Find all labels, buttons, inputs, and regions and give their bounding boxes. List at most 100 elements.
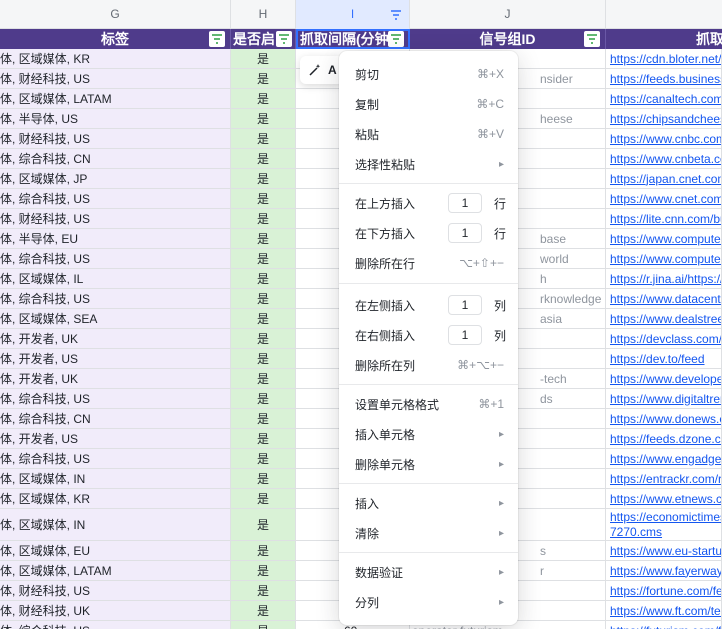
filter-icon[interactable] [276, 31, 292, 47]
enabled-cell[interactable]: 是 [231, 449, 296, 468]
column-letter-k[interactable] [606, 0, 722, 29]
menu-item-copy[interactable]: 复制 ⌘+C [339, 89, 518, 119]
ai-assist-chip[interactable]: A [300, 56, 344, 84]
menu-item-cut[interactable]: 剪切 ⌘+X [339, 59, 518, 89]
tags-cell[interactable]: 媒体, 综合科技, US [0, 621, 231, 629]
fetch-url-link[interactable]: https://www.computerwor [606, 249, 722, 268]
enabled-cell[interactable]: 是 [231, 289, 296, 308]
tags-cell[interactable]: 媒体, 区域媒体, IN [0, 509, 231, 540]
fetch-url-link[interactable]: https://japan.cnet.com/r [606, 169, 722, 188]
tags-cell[interactable]: 媒体, 开发者, UK [0, 369, 231, 388]
fetch-url-link[interactable]: https://lite.cnn.com/busi [606, 209, 722, 228]
menu-item-split-column[interactable]: 分列 ▸ [339, 587, 518, 617]
fetch-url-link[interactable]: https://www.digitaltrends [606, 389, 722, 408]
insert-right-count-input[interactable]: 1 [448, 325, 482, 345]
menu-item-insert-below[interactable]: 在下方插入 1 行 [339, 218, 518, 248]
enabled-cell[interactable]: 是 [231, 49, 296, 68]
column-letter-g[interactable]: G [0, 0, 231, 29]
enabled-cell[interactable]: 是 [231, 329, 296, 348]
header-cell-enabled[interactable]: 是否启 [231, 29, 296, 49]
tags-cell[interactable]: 媒体, 开发者, US [0, 429, 231, 448]
tags-cell[interactable]: 媒体, 综合科技, US [0, 389, 231, 408]
tags-cell[interactable]: 媒体, 半导体, EU [0, 229, 231, 248]
menu-item-delete-col[interactable]: 删除所在列 ⌘+⌥+− [339, 350, 518, 380]
insert-above-count-input[interactable]: 1 [448, 193, 482, 213]
enabled-cell[interactable]: 是 [231, 349, 296, 368]
fetch-url-line[interactable]: https://economictimes.in [610, 510, 721, 525]
enabled-cell[interactable]: 是 [231, 229, 296, 248]
fetch-url-link[interactable]: https://economictimes.in7270.cms [606, 509, 722, 540]
fetch-url-link[interactable]: https://chipsandcheese.c [606, 109, 722, 128]
enabled-cell[interactable]: 是 [231, 621, 296, 629]
menu-item-format-cells[interactable]: 设置单元格格式 ⌘+1 [339, 389, 518, 419]
enabled-cell[interactable]: 是 [231, 469, 296, 488]
enabled-cell[interactable]: 是 [231, 209, 296, 228]
fetch-url-link[interactable]: https://www.computerbas [606, 229, 722, 248]
tags-cell[interactable]: 媒体, 区域媒体, SEA [0, 309, 231, 328]
tags-cell[interactable]: 媒体, 财经科技, US [0, 581, 231, 600]
tags-cell[interactable]: 媒体, 综合科技, CN [0, 149, 231, 168]
enabled-cell[interactable]: 是 [231, 69, 296, 88]
filter-icon[interactable] [584, 31, 600, 47]
column-letter-j[interactable]: J [410, 0, 606, 29]
menu-item-data-validation[interactable]: 数据验证 ▸ [339, 557, 518, 587]
menu-item-insert-right[interactable]: 在右侧插入 1 列 [339, 320, 518, 350]
tags-cell[interactable]: 媒体, 区域媒体, LATAM [0, 561, 231, 580]
fetch-url-link[interactable]: https://fortune.com/feed [606, 581, 722, 600]
fetch-url-link[interactable]: https://www.engadget.co [606, 449, 722, 468]
tags-cell[interactable]: 媒体, 财经科技, US [0, 129, 231, 148]
menu-item-paste-special[interactable]: 选择性粘贴 ▸ [339, 149, 518, 179]
enabled-cell[interactable]: 是 [231, 561, 296, 580]
fetch-url-link[interactable]: https://feeds.dzone.com [606, 429, 722, 448]
tags-cell[interactable]: 媒体, 区域媒体, IL [0, 269, 231, 288]
fetch-url-link[interactable]: https://www.datacenterkn [606, 289, 722, 308]
enabled-cell[interactable]: 是 [231, 489, 296, 508]
fetch-url-link[interactable]: https://r.jina.ai/https://w [606, 269, 722, 288]
fetch-url-link[interactable]: https://www.donews.com [606, 409, 722, 428]
fetch-url-link[interactable]: https://devclass.com/fee [606, 329, 722, 348]
tags-cell[interactable]: 媒体, 综合科技, US [0, 249, 231, 268]
tags-cell[interactable]: 媒体, 财经科技, UK [0, 601, 231, 620]
enabled-cell[interactable]: 是 [231, 109, 296, 128]
enabled-cell[interactable]: 是 [231, 269, 296, 288]
fetch-url-line[interactable]: 7270.cms [610, 525, 721, 540]
column-letter-i[interactable]: I [296, 0, 410, 29]
menu-item-insert-cells[interactable]: 插入单元格 ▸ [339, 419, 518, 449]
enabled-cell[interactable]: 是 [231, 189, 296, 208]
menu-item-insert-left[interactable]: 在左侧插入 1 列 [339, 290, 518, 320]
fetch-url-link[interactable]: https://futurism.com/feed [606, 621, 722, 629]
insert-left-count-input[interactable]: 1 [448, 295, 482, 315]
enabled-cell[interactable]: 是 [231, 89, 296, 108]
menu-item-paste[interactable]: 粘贴 ⌘+V [339, 119, 518, 149]
fetch-url-link[interactable]: https://www.developer-te [606, 369, 722, 388]
fetch-url-link[interactable]: https://www.cnet.com/rss [606, 189, 722, 208]
header-cell-tags[interactable]: 标签 [0, 29, 231, 49]
fetch-url-link[interactable]: https://www.fayerwayer.c [606, 561, 722, 580]
tags-cell[interactable]: 媒体, 区域媒体, KR [0, 489, 231, 508]
fetch-url-link[interactable]: https://entrackr.com/rss [606, 469, 722, 488]
column-letter-h[interactable]: H [231, 0, 296, 29]
tags-cell[interactable]: 媒体, 区域媒体, EU [0, 541, 231, 560]
tags-cell[interactable]: 媒体, 区域媒体, LATAM [0, 89, 231, 108]
enabled-cell[interactable]: 是 [231, 541, 296, 560]
enabled-cell[interactable]: 是 [231, 581, 296, 600]
enabled-cell[interactable]: 是 [231, 249, 296, 268]
tags-cell[interactable]: 媒体, 开发者, UK [0, 329, 231, 348]
fetch-url-link[interactable]: https://dev.to/feed [606, 349, 722, 368]
enabled-cell[interactable]: 是 [231, 169, 296, 188]
header-cell-interval[interactable]: 抓取间隔(分钟 [296, 29, 410, 49]
enabled-cell[interactable]: 是 [231, 409, 296, 428]
enabled-cell[interactable]: 是 [231, 509, 296, 540]
tags-cell[interactable]: 媒体, 财经科技, US [0, 209, 231, 228]
enabled-cell[interactable]: 是 [231, 389, 296, 408]
tags-cell[interactable]: 媒体, 综合科技, US [0, 189, 231, 208]
fetch-url-link[interactable]: https://www.etnews.com/ [606, 489, 722, 508]
fetch-url-link[interactable]: https://www.cnbc.com/id [606, 129, 722, 148]
filter-icon[interactable] [209, 31, 225, 47]
menu-item-insert[interactable]: 插入 ▸ [339, 488, 518, 518]
tags-cell[interactable]: 媒体, 开发者, US [0, 349, 231, 368]
header-cell-group-id[interactable]: 信号组ID [410, 29, 606, 49]
fetch-url-link[interactable]: https://www.ft.com/techn [606, 601, 722, 620]
menu-item-delete-cells[interactable]: 删除单元格 ▸ [339, 449, 518, 479]
column-menu-icon[interactable] [389, 8, 403, 22]
